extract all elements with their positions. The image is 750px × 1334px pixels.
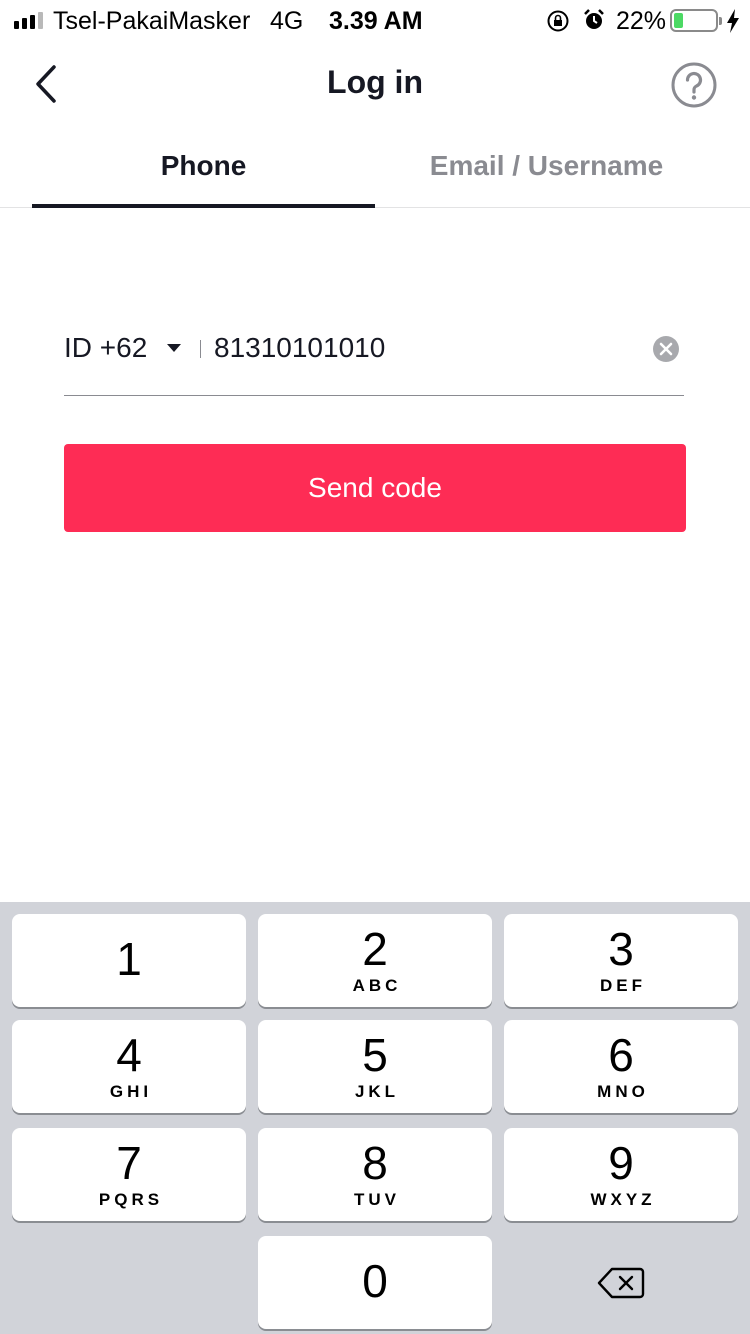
charging-bolt-icon <box>727 9 739 33</box>
backspace-key[interactable] <box>504 1236 738 1329</box>
key-letters: DEF <box>600 976 646 995</box>
key-letters: JKL <box>354 1082 400 1101</box>
key-3[interactable]: 3 DEF <box>504 914 738 1007</box>
login-method-tabs: Phone Email / Username <box>0 130 750 208</box>
battery-fill <box>674 13 683 28</box>
key-digit: 6 <box>608 1029 634 1081</box>
key-digit: 9 <box>608 1137 634 1189</box>
page-title: Log in <box>327 64 423 100</box>
country-code-selector[interactable]: ID +62 <box>64 332 182 364</box>
status-time: 3.39 AM <box>329 7 423 35</box>
dropdown-caret-icon <box>167 344 182 352</box>
key-4[interactable]: 4 GHI <box>12 1020 246 1113</box>
carrier-name: Tsel-PakaiMasker <box>53 7 251 35</box>
key-6[interactable]: 6 MNO <box>504 1020 738 1113</box>
tab-phone[interactable]: Phone <box>32 150 375 182</box>
send-code-button[interactable]: Send code <box>64 444 686 532</box>
key-digit: 0 <box>362 1255 388 1307</box>
key-letters: ABC <box>352 976 402 995</box>
key-letters: GHI <box>109 1082 153 1101</box>
active-tab-indicator <box>32 204 375 208</box>
key-8[interactable]: 8 TUV <box>258 1128 492 1221</box>
key-5[interactable]: 5 JKL <box>258 1020 492 1113</box>
backspace-icon <box>597 1267 645 1298</box>
key-digit: 7 <box>116 1137 142 1189</box>
key-9[interactable]: 9 WXYZ <box>504 1128 738 1221</box>
help-question-icon[interactable] <box>670 61 718 109</box>
key-0[interactable]: 0 <box>258 1236 492 1329</box>
alarm-icon <box>584 9 604 29</box>
key-digit: 1 <box>116 933 142 985</box>
country-code-label: ID +62 <box>64 332 148 363</box>
key-digit: 5 <box>362 1029 388 1081</box>
key-digit: 8 <box>362 1137 388 1189</box>
network-type: 4G <box>270 7 304 35</box>
key-letters: MNO <box>597 1082 649 1101</box>
input-divider <box>200 340 201 358</box>
tab-email-username[interactable]: Email / Username <box>375 150 718 182</box>
key-2[interactable]: 2 ABC <box>258 914 492 1007</box>
battery-icon <box>670 9 722 32</box>
phone-number-input[interactable] <box>214 326 634 370</box>
key-1[interactable]: 1 <box>12 914 246 1007</box>
key-digit: 3 <box>608 923 634 975</box>
key-digit: 2 <box>362 923 388 975</box>
key-letters: TUV <box>354 1190 400 1209</box>
clear-input-icon[interactable] <box>652 335 680 363</box>
rotation-lock-icon <box>547 10 569 32</box>
status-bar: Tsel-PakaiMasker 4G 3.39 AM 22% <box>0 0 750 40</box>
battery-percent: 22% <box>616 7 667 35</box>
phone-input-row: ID +62 <box>64 320 684 396</box>
key-digit: 4 <box>116 1029 142 1081</box>
signal-strength-icon <box>14 12 43 29</box>
key-letters: PQRS <box>98 1190 164 1209</box>
key-7[interactable]: 7 PQRS <box>12 1128 246 1221</box>
key-letters: WXYZ <box>590 1190 656 1209</box>
